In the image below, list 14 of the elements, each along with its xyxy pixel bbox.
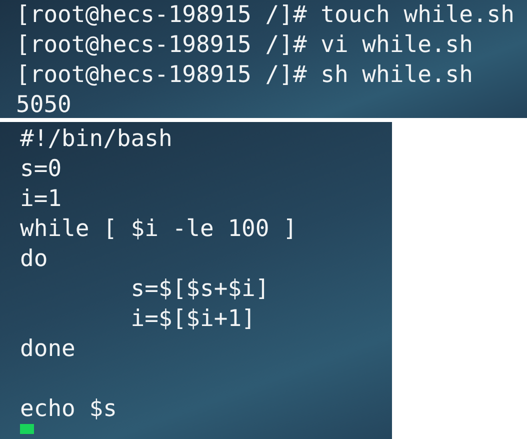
terminal-line: do [20, 245, 48, 274]
terminal-line: #!/bin/bash [20, 125, 172, 154]
terminal-line: s=0 [20, 155, 62, 184]
terminal-line: [root@hecs-198915 /]# touch while.sh [16, 1, 514, 30]
terminal-line: 5050 [16, 91, 72, 120]
terminal-line: done [20, 335, 76, 364]
terminal-line: [root@hecs-198915 /]# vi while.sh [16, 31, 473, 60]
terminal-line: [root@hecs-198915 /]# sh while.sh [16, 61, 473, 90]
terminal-line: while [ $i -le 100 ] [20, 215, 297, 244]
cursor [20, 424, 34, 434]
terminal-line: echo $s [20, 395, 117, 424]
terminal-line: i=$[$i+1] [130, 305, 256, 334]
terminal-line: s=$[$s+$i] [130, 275, 270, 304]
terminal-line: i=1 [20, 185, 62, 214]
